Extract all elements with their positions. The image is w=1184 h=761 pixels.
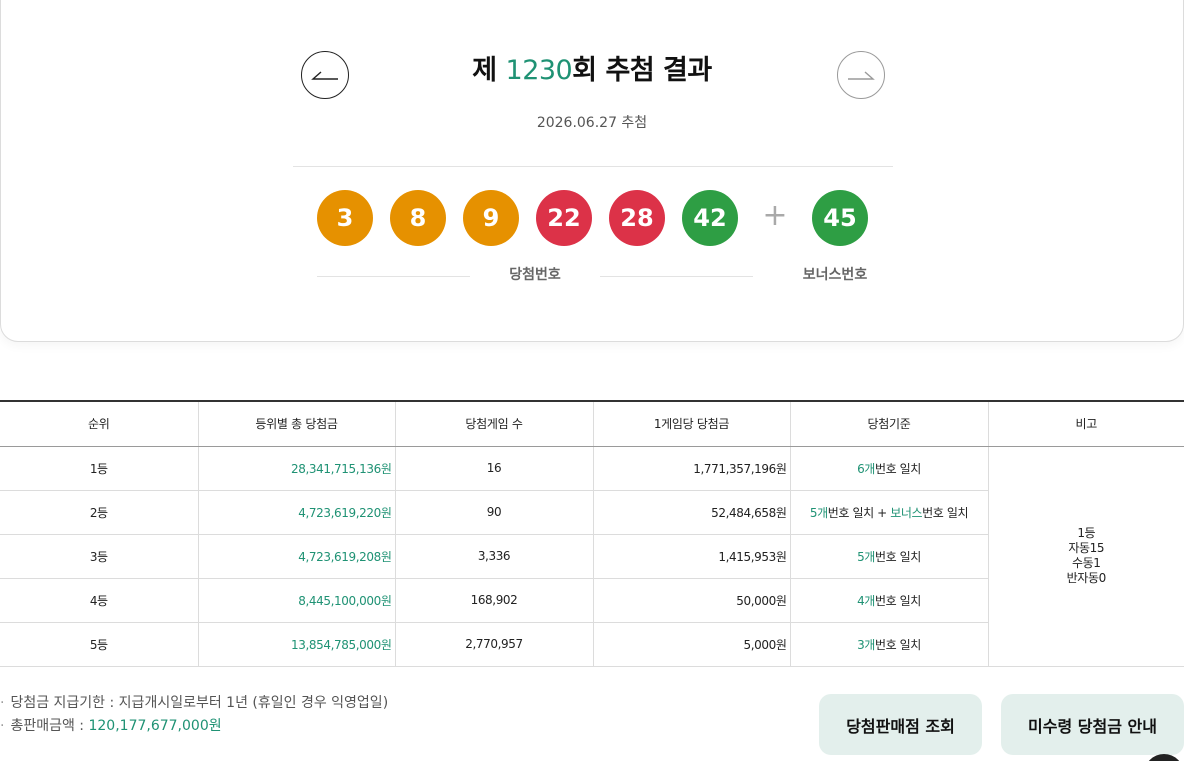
criteria-text: 번호 일치 [922, 505, 969, 520]
total-sales-note: · 총판매금액 : 120,177,677,000원 [0, 718, 222, 734]
unclaimed-prize-info-button[interactable]: 미수령 당첨금 안내 [1001, 694, 1184, 755]
column-header: 순위 [0, 400, 199, 447]
criteria-text: 번호 일치 [874, 637, 921, 652]
card-divider [293, 166, 893, 167]
label-line [600, 276, 753, 277]
winning-ball: 28 [609, 190, 665, 246]
criteria-cell: 6개번호 일치 [790, 446, 989, 491]
winning-ball: 3 [317, 190, 373, 246]
rank-cell: 3등 [0, 534, 199, 579]
column-header: 당첨게임 수 [395, 400, 594, 447]
draw-number: 1230 [505, 55, 573, 86]
criteria-text: 4개 [857, 593, 875, 608]
column-header: 등위별 총 당첨금 [198, 400, 396, 447]
total-prize-cell: 13,854,785,000원 [198, 622, 396, 667]
total-prize-cell: 4,723,619,220원 [198, 490, 396, 535]
rank-cell: 2등 [0, 490, 199, 535]
payout-notes: · 당첨금 지급기한 : 지급개시일로부터 1년 (휴일인 경우 익영업일) · 총… [0, 692, 388, 738]
bonus-ball: 45 [812, 190, 868, 246]
criteria-cell: 3개번호 일치 [790, 622, 989, 667]
criteria-text: 번호 일치 [874, 461, 921, 476]
draw-date: 2026.06.27 추첨 [536, 115, 648, 131]
winning-store-search-button[interactable]: 당첨판매점 조회 [819, 694, 982, 755]
winning-ball: 42 [682, 190, 738, 246]
winning-games-cell: 2,770,957 [395, 622, 594, 667]
rank-cell: 5등 [0, 622, 199, 667]
remark-line: 자동15 [1068, 541, 1105, 555]
bonus-number-label: 보너스번호 [802, 267, 868, 283]
winning-ball: 8 [390, 190, 446, 246]
criteria-cell: 5개번호 일치 + 보너스번호 일치 [790, 490, 989, 535]
criteria-text: 번호 일치 [874, 549, 921, 564]
next-draw-button[interactable] [837, 51, 885, 99]
column-header: 당첨기준 [790, 400, 989, 447]
winning-games-cell: 168,902 [395, 578, 594, 623]
floating-button[interactable] [1144, 754, 1184, 761]
per-game-prize-cell: 1,771,357,196원 [593, 446, 791, 491]
total-prize-cell: 4,723,619,208원 [198, 534, 396, 579]
remark-cell: 1등 자동15 수동1 반자동0 [988, 446, 1184, 667]
per-game-prize-cell: 5,000원 [593, 622, 791, 667]
winning-numbers-label: 당첨번호 [509, 267, 561, 283]
criteria-cell: 4개번호 일치 [790, 578, 989, 623]
criteria-text: 번호 일치 + [827, 505, 891, 520]
table-header-row: 순위 등위별 총 당첨금 당첨게임 수 1게임당 당첨금 당첨기준 비고 [0, 400, 1184, 447]
remark-line: 1등 [1077, 526, 1096, 540]
winning-games-cell: 3,336 [395, 534, 594, 579]
per-game-prize-cell: 52,484,658원 [593, 490, 791, 535]
arrow-left-icon [311, 71, 338, 80]
per-game-prize-cell: 50,000원 [593, 578, 791, 623]
criteria-text: 번호 일치 [874, 593, 921, 608]
remark-line: 수동1 [1071, 556, 1101, 570]
winning-ball: 22 [536, 190, 592, 246]
column-header: 비고 [988, 400, 1184, 447]
payout-deadline-note: · 당첨금 지급기한 : 지급개시일로부터 1년 (휴일인 경우 익영업일) [0, 695, 389, 711]
criteria-cell: 5개번호 일치 [790, 534, 989, 579]
criteria-text: 3개 [857, 637, 875, 652]
criteria-text: 5개 [809, 505, 828, 520]
arrow-right-icon [848, 71, 875, 80]
total-sales-amount: 120,177,677,000원 [88, 718, 222, 734]
criteria-text: 보너스 [890, 505, 923, 520]
per-game-prize-cell: 1,415,953원 [593, 534, 791, 579]
winning-games-cell: 16 [395, 446, 594, 491]
table-row: 1등 28,341,715,136원 16 1,771,357,196원 6개번호 일치… [0, 446, 1184, 667]
prize-table: 순위 등위별 총 당첨금 당첨게임 수 1게임당 당첨금 당첨기준 비고 1등 2… [0, 400, 1184, 667]
remark-line: 반자동0 [1066, 571, 1107, 585]
draw-title: 제 1230회 추첨 결과 [472, 55, 712, 86]
winning-games-cell: 90 [395, 490, 594, 535]
criteria-text: 6개 [857, 461, 875, 476]
criteria-text: 5개 [857, 549, 875, 564]
rank-cell: 4등 [0, 578, 199, 623]
column-header: 1게임당 당첨금 [593, 400, 791, 447]
total-prize-cell: 28,341,715,136원 [198, 446, 396, 491]
label-line [317, 276, 470, 277]
rank-cell: 1등 [0, 446, 199, 491]
total-prize-cell: 8,445,100,000원 [198, 578, 396, 623]
winning-ball: 9 [463, 190, 519, 246]
plus-icon: + [762, 198, 788, 233]
